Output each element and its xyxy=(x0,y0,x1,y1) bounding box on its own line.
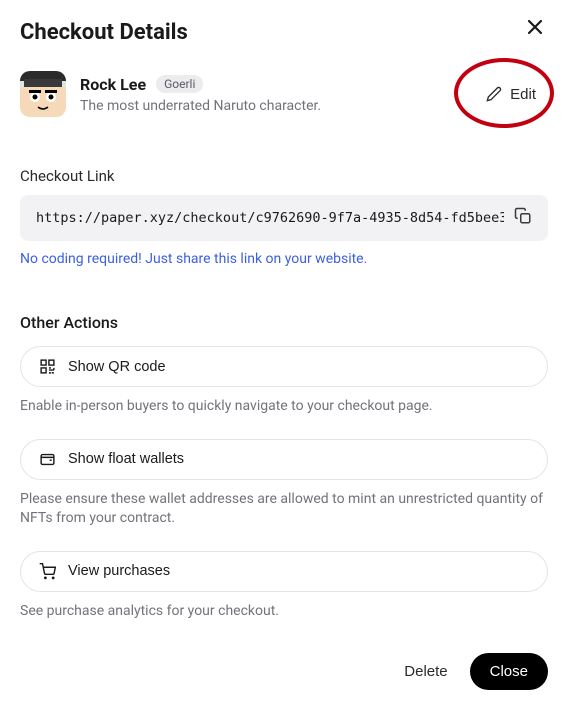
edit-button[interactable]: Edit xyxy=(486,86,536,103)
header-left: Rock Lee Goerli The most underrated Naru… xyxy=(20,71,321,117)
wallets-hint: Please ensure these wallet addresses are… xyxy=(20,490,548,529)
cart-icon xyxy=(39,563,56,580)
other-actions-title: Other Actions xyxy=(20,313,548,332)
purchases-hint: See purchase analytics for your checkout… xyxy=(20,602,548,622)
view-purchases-button[interactable]: View purchases xyxy=(20,551,548,592)
checkout-link-box: https://paper.xyz/checkout/c9762690-9f7a… xyxy=(20,195,548,241)
show-wallets-button[interactable]: Show float wallets xyxy=(20,439,548,480)
pencil-icon xyxy=(486,86,502,102)
checkout-link-label: Checkout Link xyxy=(20,167,548,185)
show-qr-button[interactable]: Show QR code xyxy=(20,346,548,387)
delete-button[interactable]: Delete xyxy=(404,663,447,680)
copy-icon[interactable] xyxy=(514,207,532,229)
checkout-details-modal: Checkout Details xyxy=(0,0,568,663)
avatar xyxy=(20,71,66,117)
show-qr-label: Show QR code xyxy=(68,359,166,375)
view-purchases-label: View purchases xyxy=(68,563,170,579)
edit-label: Edit xyxy=(510,86,536,103)
network-badge: Goerli xyxy=(156,75,203,93)
wallet-icon xyxy=(39,451,56,468)
show-wallets-label: Show float wallets xyxy=(68,451,184,467)
item-subtitle: The most underrated Naruto character. xyxy=(80,98,321,114)
close-button[interactable]: Close xyxy=(470,653,548,690)
header-texts: Rock Lee Goerli The most underrated Naru… xyxy=(80,75,321,114)
qr-icon xyxy=(39,358,56,375)
header-row: Rock Lee Goerli The most underrated Naru… xyxy=(20,71,548,117)
checkout-link-url: https://paper.xyz/checkout/c9762690-9f7a… xyxy=(36,210,504,226)
name-row: Rock Lee Goerli xyxy=(80,75,321,94)
close-icon[interactable] xyxy=(526,18,544,36)
page-title: Checkout Details xyxy=(20,20,548,45)
item-name: Rock Lee xyxy=(80,75,146,94)
footer: Delete Close xyxy=(404,653,548,690)
qr-hint: Enable in-person buyers to quickly navig… xyxy=(20,397,548,417)
checkout-link-note: No coding required! Just share this link… xyxy=(20,251,548,267)
